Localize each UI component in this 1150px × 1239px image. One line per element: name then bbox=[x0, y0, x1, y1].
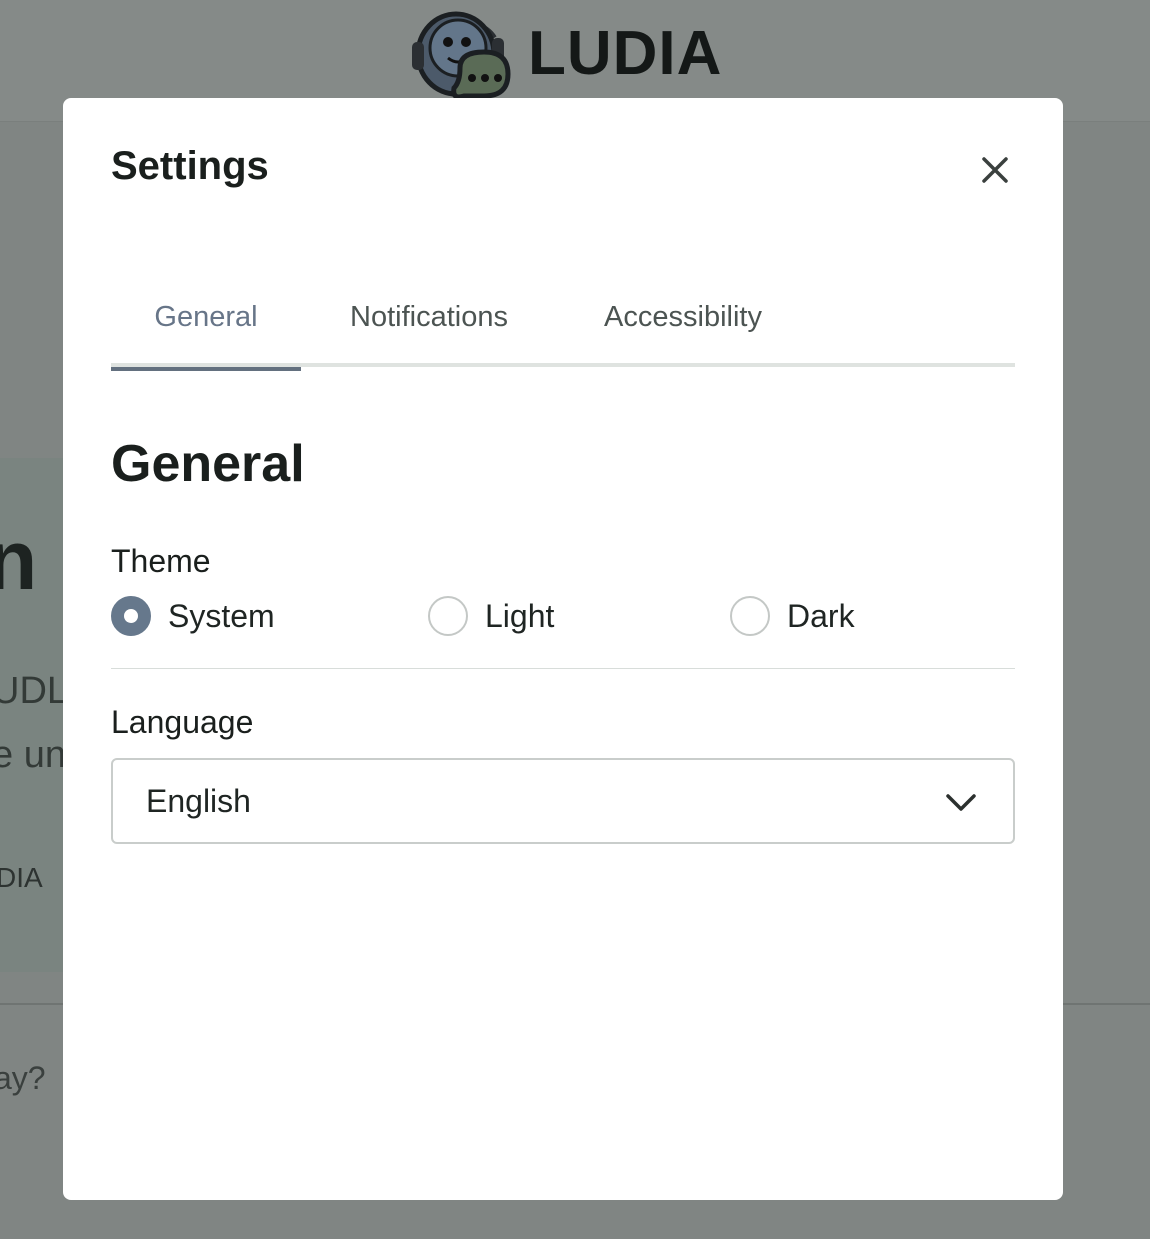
language-select-value: English bbox=[146, 782, 251, 819]
hero-tag: DIA bbox=[0, 862, 43, 893]
background-question: ay? bbox=[0, 1060, 46, 1096]
radio-label: Light bbox=[485, 597, 555, 634]
brand-logo[interactable]: LUDIA bbox=[408, 8, 722, 100]
hero-text-line: UDL bbox=[0, 670, 69, 712]
radio-button-checked[interactable] bbox=[111, 596, 151, 636]
tab-general[interactable]: General bbox=[111, 274, 301, 371]
radio-button[interactable] bbox=[428, 596, 468, 636]
language-label: Language bbox=[111, 704, 254, 740]
tab-notifications[interactable]: Notifications bbox=[301, 274, 557, 367]
dialog-title: Settings bbox=[111, 144, 269, 188]
theme-option-dark[interactable]: Dark bbox=[730, 595, 855, 637]
theme-option-system[interactable]: System bbox=[111, 595, 275, 637]
divider bbox=[111, 668, 1015, 669]
tab-accessibility[interactable]: Accessibility bbox=[557, 274, 809, 367]
settings-dialog: Settings General Notifications Accessibi… bbox=[63, 98, 1063, 1200]
theme-label: Theme bbox=[111, 543, 211, 579]
language-select[interactable]: English bbox=[111, 758, 1015, 844]
chat-robot-logo-icon bbox=[412, 11, 511, 100]
settings-tabs: General Notifications Accessibility bbox=[111, 274, 1015, 371]
close-button[interactable] bbox=[971, 146, 1019, 194]
hero-text-line: e un bbox=[0, 734, 66, 776]
radio-button[interactable] bbox=[730, 596, 770, 636]
radio-label: Dark bbox=[787, 597, 855, 634]
chevron-down-icon bbox=[946, 794, 976, 811]
close-icon bbox=[982, 157, 1008, 183]
brand-name: LUDIA bbox=[528, 19, 723, 88]
radio-label: System bbox=[168, 597, 275, 634]
theme-option-light[interactable]: Light bbox=[428, 595, 554, 637]
section-title: General bbox=[111, 435, 305, 493]
